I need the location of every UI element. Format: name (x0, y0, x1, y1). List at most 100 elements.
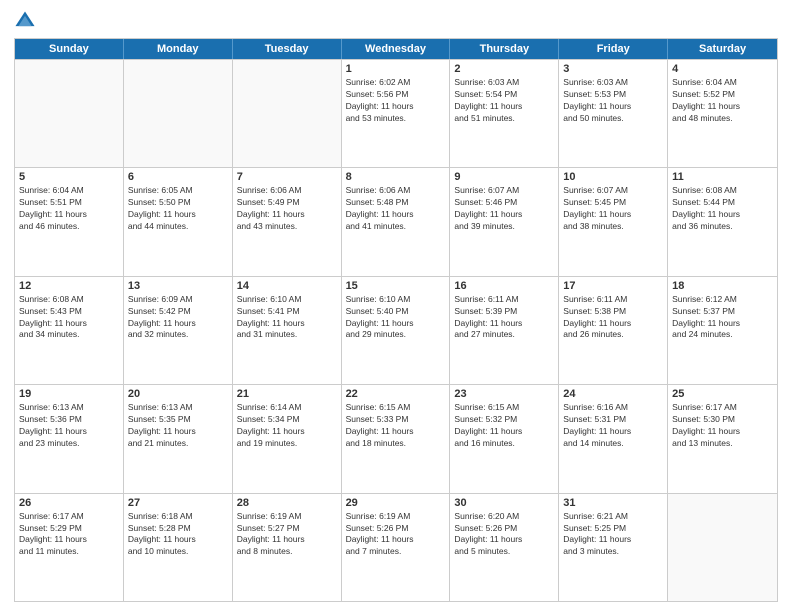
calendar-cell: 31Sunrise: 6:21 AM Sunset: 5:25 PM Dayli… (559, 494, 668, 601)
day-info: Sunrise: 6:12 AM Sunset: 5:37 PM Dayligh… (672, 294, 773, 342)
calendar-row: 1 Sunrise: 6:02 AM Sunset: 5:56 PM Daylig… (15, 59, 777, 167)
day-info: Sunrise: 6:17 AM Sunset: 5:29 PM Dayligh… (19, 511, 119, 559)
calendar-cell: 30Sunrise: 6:20 AM Sunset: 5:26 PM Dayli… (450, 494, 559, 601)
calendar-cell: 11Sunrise: 6:08 AM Sunset: 5:44 PM Dayli… (668, 168, 777, 275)
calendar-cell: 26 Sunrise: 6:17 AM Sunset: 5:29 PM Dayli… (15, 494, 124, 601)
day-number: 11 (672, 171, 773, 183)
day-info: Sunrise: 6:10 AM Sunset: 5:41 PM Dayligh… (237, 294, 337, 342)
day-info: Sunrise: 6:10 AM Sunset: 5:40 PM Dayligh… (346, 294, 446, 342)
weekday-header: Tuesday (233, 39, 342, 59)
day-number: 18 (672, 280, 773, 292)
day-number: 24 (563, 388, 663, 400)
day-info: Sunrise: 6:06 AM Sunset: 5:48 PM Dayligh… (346, 185, 446, 233)
day-info: Sunrise: 6:11 AM Sunset: 5:38 PM Dayligh… (563, 294, 663, 342)
day-info: Sunrise: 6:15 AM Sunset: 5:33 PM Dayligh… (346, 402, 446, 450)
day-number: 1 (346, 63, 446, 75)
weekday-header: Saturday (668, 39, 777, 59)
day-number: 21 (237, 388, 337, 400)
calendar-cell: 29 Sunrise: 6:19 AM Sunset: 5:26 PM Dayli… (342, 494, 451, 601)
day-info: Sunrise: 6:14 AM Sunset: 5:34 PM Dayligh… (237, 402, 337, 450)
calendar-cell: 20 Sunrise: 6:13 AM Sunset: 5:35 PM Dayli… (124, 385, 233, 492)
calendar-row: 5 Sunrise: 6:04 AM Sunset: 5:51 PM Daylig… (15, 167, 777, 275)
calendar-cell: 10 Sunrise: 6:07 AM Sunset: 5:45 PM Dayli… (559, 168, 668, 275)
calendar-cell: 17 Sunrise: 6:11 AM Sunset: 5:38 PM Dayli… (559, 277, 668, 384)
day-info: Sunrise: 6:18 AM Sunset: 5:28 PM Dayligh… (128, 511, 228, 559)
logo (14, 10, 40, 32)
day-info: Sunrise: 6:19 AM Sunset: 5:26 PM Dayligh… (346, 511, 446, 559)
calendar-row: 19Sunrise: 6:13 AM Sunset: 5:36 PM Dayli… (15, 384, 777, 492)
day-number: 4 (672, 63, 773, 75)
day-number: 6 (128, 171, 228, 183)
day-number: 20 (128, 388, 228, 400)
weekday-header: Sunday (15, 39, 124, 59)
calendar-cell: 15 Sunrise: 6:10 AM Sunset: 5:40 PM Dayli… (342, 277, 451, 384)
day-number: 29 (346, 497, 446, 509)
day-info: Sunrise: 6:15 AM Sunset: 5:32 PM Dayligh… (454, 402, 554, 450)
day-number: 22 (346, 388, 446, 400)
day-info: Sunrise: 6:19 AM Sunset: 5:27 PM Dayligh… (237, 511, 337, 559)
day-info: Sunrise: 6:16 AM Sunset: 5:31 PM Dayligh… (563, 402, 663, 450)
weekday-header: Wednesday (342, 39, 451, 59)
calendar-cell: 24 Sunrise: 6:16 AM Sunset: 5:31 PM Dayli… (559, 385, 668, 492)
day-info: Sunrise: 6:13 AM Sunset: 5:35 PM Dayligh… (128, 402, 228, 450)
day-info: Sunrise: 6:06 AM Sunset: 5:49 PM Dayligh… (237, 185, 337, 233)
calendar-cell (233, 60, 342, 167)
calendar-cell: 3 Sunrise: 6:03 AM Sunset: 5:53 PM Daylig… (559, 60, 668, 167)
day-number: 26 (19, 497, 119, 509)
day-number: 8 (346, 171, 446, 183)
calendar-cell: 2 Sunrise: 6:03 AM Sunset: 5:54 PM Daylig… (450, 60, 559, 167)
calendar-cell (668, 494, 777, 601)
calendar-cell: 25 Sunrise: 6:17 AM Sunset: 5:30 PM Dayli… (668, 385, 777, 492)
calendar-cell: 12Sunrise: 6:08 AM Sunset: 5:43 PM Dayli… (15, 277, 124, 384)
calendar-cell: 1 Sunrise: 6:02 AM Sunset: 5:56 PM Daylig… (342, 60, 451, 167)
day-number: 9 (454, 171, 554, 183)
calendar-row: 26 Sunrise: 6:17 AM Sunset: 5:29 PM Dayli… (15, 493, 777, 601)
day-info: Sunrise: 6:03 AM Sunset: 5:54 PM Dayligh… (454, 77, 554, 125)
calendar-cell (124, 60, 233, 167)
day-info: Sunrise: 6:08 AM Sunset: 5:43 PM Dayligh… (19, 294, 119, 342)
day-info: Sunrise: 6:02 AM Sunset: 5:56 PM Dayligh… (346, 77, 446, 125)
calendar-body: 1 Sunrise: 6:02 AM Sunset: 5:56 PM Daylig… (15, 59, 777, 601)
day-number: 10 (563, 171, 663, 183)
day-info: Sunrise: 6:17 AM Sunset: 5:30 PM Dayligh… (672, 402, 773, 450)
day-number: 27 (128, 497, 228, 509)
calendar-cell: 8 Sunrise: 6:06 AM Sunset: 5:48 PM Daylig… (342, 168, 451, 275)
day-number: 2 (454, 63, 554, 75)
calendar-cell: 27 Sunrise: 6:18 AM Sunset: 5:28 PM Dayli… (124, 494, 233, 601)
day-number: 13 (128, 280, 228, 292)
calendar-cell: 4 Sunrise: 6:04 AM Sunset: 5:52 PM Daylig… (668, 60, 777, 167)
header (14, 10, 778, 32)
calendar-row: 12Sunrise: 6:08 AM Sunset: 5:43 PM Dayli… (15, 276, 777, 384)
day-info: Sunrise: 6:09 AM Sunset: 5:42 PM Dayligh… (128, 294, 228, 342)
calendar-cell: 13 Sunrise: 6:09 AM Sunset: 5:42 PM Dayli… (124, 277, 233, 384)
day-info: Sunrise: 6:04 AM Sunset: 5:51 PM Dayligh… (19, 185, 119, 233)
calendar-cell: 16Sunrise: 6:11 AM Sunset: 5:39 PM Dayli… (450, 277, 559, 384)
day-info: Sunrise: 6:07 AM Sunset: 5:46 PM Dayligh… (454, 185, 554, 233)
calendar-cell: 18 Sunrise: 6:12 AM Sunset: 5:37 PM Dayli… (668, 277, 777, 384)
day-number: 25 (672, 388, 773, 400)
day-number: 28 (237, 497, 337, 509)
calendar-cell: 7Sunrise: 6:06 AM Sunset: 5:49 PM Daylig… (233, 168, 342, 275)
day-number: 3 (563, 63, 663, 75)
calendar-cell: 22 Sunrise: 6:15 AM Sunset: 5:33 PM Dayli… (342, 385, 451, 492)
day-number: 16 (454, 280, 554, 292)
day-number: 14 (237, 280, 337, 292)
calendar-cell: 28 Sunrise: 6:19 AM Sunset: 5:27 PM Dayli… (233, 494, 342, 601)
calendar-cell: 23Sunrise: 6:15 AM Sunset: 5:32 PM Dayli… (450, 385, 559, 492)
day-number: 17 (563, 280, 663, 292)
logo-icon (14, 10, 36, 32)
calendar-cell: 9 Sunrise: 6:07 AM Sunset: 5:46 PM Daylig… (450, 168, 559, 275)
day-number: 5 (19, 171, 119, 183)
day-number: 31 (563, 497, 663, 509)
day-info: Sunrise: 6:04 AM Sunset: 5:52 PM Dayligh… (672, 77, 773, 125)
day-info: Sunrise: 6:05 AM Sunset: 5:50 PM Dayligh… (128, 185, 228, 233)
day-info: Sunrise: 6:07 AM Sunset: 5:45 PM Dayligh… (563, 185, 663, 233)
calendar-cell (15, 60, 124, 167)
day-info: Sunrise: 6:03 AM Sunset: 5:53 PM Dayligh… (563, 77, 663, 125)
calendar-cell: 21 Sunrise: 6:14 AM Sunset: 5:34 PM Dayli… (233, 385, 342, 492)
weekday-header: Friday (559, 39, 668, 59)
weekday-header: Monday (124, 39, 233, 59)
day-number: 15 (346, 280, 446, 292)
calendar-header: SundayMondayTuesdayWednesdayThursdayFrid… (15, 39, 777, 59)
calendar-cell: 14 Sunrise: 6:10 AM Sunset: 5:41 PM Dayli… (233, 277, 342, 384)
